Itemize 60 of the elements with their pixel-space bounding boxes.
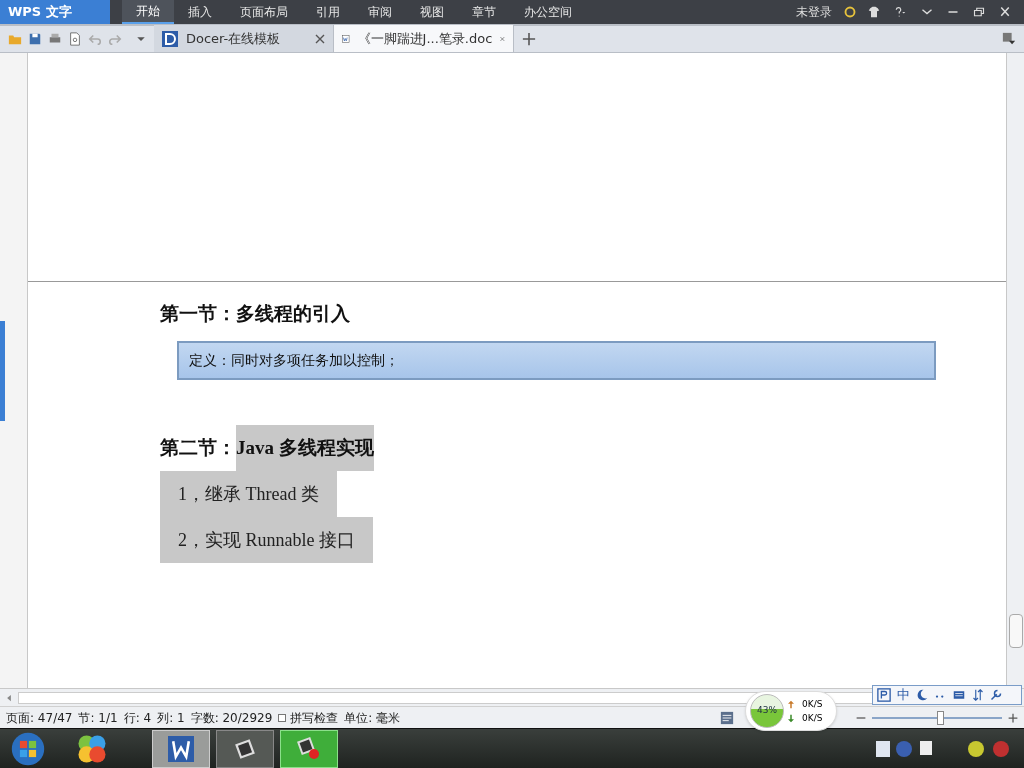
save-icon[interactable] xyxy=(28,32,42,46)
document-tab[interactable]: 《一脚踹进J...笔录.doc xyxy=(334,25,514,52)
arrows-icon[interactable] xyxy=(972,689,984,701)
login-status[interactable]: 未登录 xyxy=(796,3,832,21)
wps-writer-icon xyxy=(168,735,194,762)
status-text[interactable]: 拼写检查 xyxy=(290,708,339,727)
wrench-icon[interactable] xyxy=(990,689,1002,701)
moon-icon[interactable] xyxy=(916,689,928,701)
scroll-thumb[interactable] xyxy=(1008,614,1023,648)
status-text: 节: 1/1 xyxy=(78,709,118,727)
status-text: 单位: 毫米 xyxy=(344,709,401,727)
menu-tab[interactable]: 页面布局 xyxy=(226,0,302,24)
upload-arrow-icon xyxy=(788,699,794,709)
ime-toolbar[interactable]: 中 xyxy=(872,685,1022,705)
document-view-icon[interactable] xyxy=(720,710,734,725)
app-menu-button[interactable]: WPS 文字 xyxy=(0,0,110,24)
vertical-scrollbar[interactable] xyxy=(1006,53,1024,688)
download-speed: 0K/S xyxy=(802,712,823,725)
taskbar-wps-button[interactable] xyxy=(152,729,210,768)
document-tab[interactable]: Docer-在线模板 xyxy=(154,25,334,52)
docer-logo-icon xyxy=(162,30,178,47)
preview-icon[interactable] xyxy=(68,32,82,46)
spell-check-checkbox[interactable] xyxy=(278,713,287,722)
zoom-slider[interactable] xyxy=(872,710,1002,725)
input-mode-toggle[interactable]: 中 xyxy=(897,685,910,705)
add-tab-icon[interactable] xyxy=(522,32,536,46)
text-run: 第二节： xyxy=(160,435,236,460)
restore-icon[interactable] xyxy=(972,6,986,18)
upload-speed: 0K/S xyxy=(802,698,823,711)
panel-icon[interactable] xyxy=(1002,32,1016,46)
menu-tab[interactable]: 审阅 xyxy=(354,0,406,24)
list-item: 1，继承 Thread 类 xyxy=(160,470,337,517)
status-text: 页面: 47/47 xyxy=(6,709,73,727)
menu-tab[interactable]: 开始 xyxy=(122,0,174,24)
keyboard-icon[interactable] xyxy=(952,689,966,701)
close-tab-icon[interactable] xyxy=(315,33,325,44)
list-item: 2，实现 Runnable 接口 xyxy=(160,516,373,563)
download-arrow-icon xyxy=(788,713,794,723)
taskbar-recording-button[interactable] xyxy=(280,729,338,768)
taskbar-app-button[interactable] xyxy=(216,729,274,768)
menu-tab[interactable]: 插入 xyxy=(174,0,226,24)
ime-logo-icon[interactable] xyxy=(877,688,891,702)
status-text: 行: 4 xyxy=(123,709,152,727)
close-icon[interactable] xyxy=(998,6,1012,18)
refresh-icon[interactable] xyxy=(844,6,856,18)
recorder-icon xyxy=(297,736,321,761)
menu-tab[interactable]: 视图 xyxy=(406,0,458,24)
status-text: 列: 1 xyxy=(157,709,185,727)
menu-tab[interactable]: 引用 xyxy=(302,0,354,24)
menu-tab[interactable]: 章节 xyxy=(458,0,510,24)
print-icon[interactable] xyxy=(48,32,62,46)
shirt-icon[interactable] xyxy=(868,6,880,18)
status-text: 字数: 20/2929 xyxy=(190,709,273,727)
text-run: Java 多线程实现 xyxy=(236,424,374,471)
zoom-slider-thumb[interactable] xyxy=(936,710,944,725)
definition-box: 定义：同时对多项任务加以控制； xyxy=(177,340,936,380)
zoom-in-icon[interactable] xyxy=(1008,712,1018,723)
text-run: 第一节：多线程的引入 xyxy=(160,302,350,326)
side-panel-handle[interactable] xyxy=(0,320,5,421)
menu-tab[interactable]: 办公空间 xyxy=(510,0,586,24)
